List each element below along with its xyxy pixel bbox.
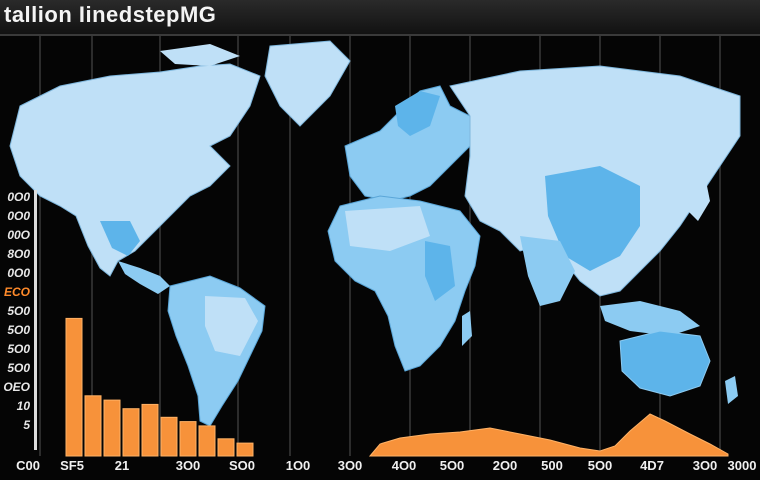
new-zealand: [725, 376, 738, 404]
x-tick-label: 5O0: [439, 458, 465, 473]
y-axis: 0O0 0O0 00O 8O0 0O0 ECO 5O0 5O0 5O0 5O0 OEO 10 5: [0, 190, 37, 450]
arctic-islands: [160, 44, 240, 66]
y-tick-label: 00O: [7, 228, 30, 242]
y-tick-label: ECO: [3, 285, 30, 299]
y-tick-label: 0O0: [7, 209, 30, 223]
y-tick-label: 0O0: [7, 266, 30, 280]
y-tick-label: 5O0: [7, 361, 30, 375]
bar: [160, 416, 178, 457]
world-map: [9, 36, 741, 457]
y-tick-label: 8O0: [7, 247, 30, 261]
y-tick-label: 5: [23, 418, 30, 432]
x-tick-label: 4D7: [640, 458, 664, 473]
y-tick-label: 5O0: [7, 304, 30, 318]
x-tick-label: 1O0: [285, 458, 311, 473]
bar: [84, 395, 102, 457]
bar: [65, 317, 83, 457]
bar: [103, 399, 121, 457]
bar: [122, 408, 140, 457]
title-bar: tallion IinedstepMG: [0, 0, 760, 36]
y-tick-label: OEO: [3, 380, 30, 394]
x-tick-label: 3O0: [175, 458, 201, 473]
central-america: [118, 261, 170, 294]
bar: [179, 421, 197, 457]
y-tick-label: 5O0: [7, 323, 30, 337]
x-axis: C00 SF5 21 3O0 SO0 1O0 3O0 4O0 5O0 2O0 500 5O0 4D7 3O…: [0, 456, 760, 480]
greenland: [264, 40, 351, 127]
x-tick-label: SF5: [60, 458, 84, 473]
x-tick-label: 3O0: [337, 458, 363, 473]
x-tick-label: 5O0: [587, 458, 613, 473]
y-tick-label: 0O0: [7, 190, 30, 204]
x-tick-label: C00: [16, 458, 40, 473]
bar: [217, 438, 235, 457]
bar: [198, 425, 216, 457]
y-tick-label: 5O0: [7, 342, 30, 356]
area-series: [368, 413, 729, 457]
bar: [236, 442, 254, 457]
bar: [141, 403, 159, 457]
x-tick-label: 3000: [727, 458, 757, 473]
y-tick-label: 10: [16, 399, 30, 413]
x-tick-label: 4O0: [391, 458, 417, 473]
x-tick-label: 21: [114, 458, 130, 473]
southeast-asia-islands: [600, 301, 700, 336]
australia: [619, 330, 711, 397]
x-tick-label: 3O0: [692, 458, 718, 473]
x-tick-label: 2O0: [492, 458, 518, 473]
x-tick-label: 500: [541, 458, 563, 473]
x-tick-label: SO0: [228, 458, 256, 473]
map-title: tallion IinedstepMG: [4, 2, 217, 27]
